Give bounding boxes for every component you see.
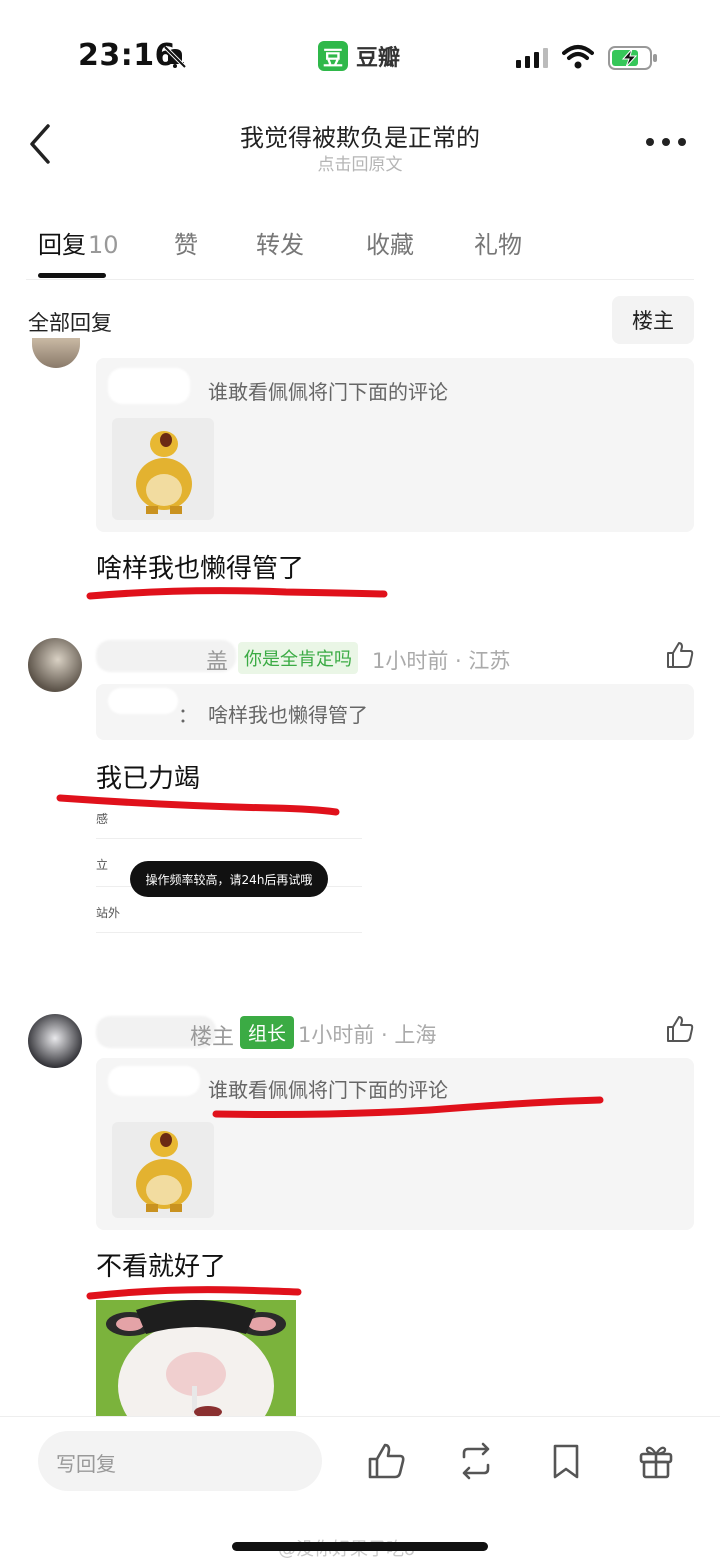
blurred-username: [108, 1066, 200, 1096]
wifi-icon: [562, 45, 594, 69]
quoted-reply-box[interactable]: ： 啥样我也懒得管了: [96, 684, 694, 740]
repost-icon[interactable]: [456, 1441, 496, 1481]
reply-text: 啥样我也懒得管了: [96, 554, 305, 584]
rate-limit-toast: 操作频率较高，请24h后再试哦: [130, 861, 328, 897]
red-annotation-underline: [86, 587, 388, 600]
comment-time-location: 1小时前 · 上海: [298, 1023, 437, 1047]
thumbs-up-icon[interactable]: [366, 1441, 406, 1481]
gift-icon[interactable]: [636, 1441, 676, 1481]
tab-replies-label: 回复: [38, 231, 86, 259]
status-app-indicator: 豆 豆瓣: [318, 40, 400, 72]
quoted-reply-box[interactable]: 谁敢看佩佩将门下面的评论: [96, 1058, 694, 1230]
avatar[interactable]: [28, 638, 82, 692]
red-annotation-underline: [212, 1096, 604, 1118]
meme-sticker-image[interactable]: [112, 418, 214, 520]
active-tab-indicator: [38, 273, 106, 278]
reply-input-placeholder: 写回复: [56, 1452, 116, 1476]
quote-separator: ：: [178, 703, 198, 727]
quote-text: 谁敢看佩佩将门下面的评论: [208, 380, 448, 404]
username[interactable]: 盖: [206, 644, 228, 676]
tab-reposts[interactable]: 转发: [256, 225, 304, 260]
more-options-icon[interactable]: [646, 138, 686, 148]
op-label: 楼主: [190, 1025, 235, 1050]
blurred-username: [108, 688, 178, 714]
nav-bar: 我觉得被欺负是正常的 点击回原文: [0, 100, 720, 195]
status-app-name: 豆瓣: [356, 46, 401, 71]
thumbs-up-icon[interactable]: [665, 1014, 695, 1044]
status-bar: 23:16 豆 豆瓣: [0, 0, 720, 100]
home-indicator[interactable]: [232, 1542, 488, 1551]
battery-charging-icon: [608, 46, 657, 70]
group-leader-badge: 组长: [240, 1016, 295, 1049]
avatar[interactable]: [28, 1014, 82, 1068]
bell-muted-icon: [163, 45, 187, 69]
popup-menu-item[interactable]: 感: [96, 810, 108, 827]
comment-time-location: 1小时前 · 江苏: [372, 649, 511, 673]
thumbs-up-icon[interactable]: [665, 640, 695, 670]
divider: [96, 932, 362, 933]
quote-text: 啥样我也懒得管了: [208, 703, 368, 727]
popup-menu-item[interactable]: 立: [96, 856, 108, 873]
meme-sticker-image[interactable]: [112, 1122, 214, 1218]
douban-logo-icon: 豆: [318, 41, 348, 71]
tab-replies[interactable]: 回复10: [38, 225, 119, 260]
blurred-username: [108, 368, 190, 404]
page-title: 我觉得被欺负是正常的: [240, 124, 480, 152]
bookmark-icon[interactable]: [546, 1441, 586, 1481]
all-replies-label: 全部回复: [28, 311, 112, 335]
op-only-button[interactable]: 楼主: [612, 296, 694, 344]
tab-favorites[interactable]: 收藏: [366, 225, 414, 260]
reply-input[interactable]: 写回复: [38, 1431, 322, 1491]
bottom-action-bar: 写回复 @没你好果子吃o: [0, 1416, 720, 1565]
cow-meme-image[interactable]: [96, 1300, 296, 1416]
popup-menu-item[interactable]: 站外: [96, 904, 120, 921]
user-badge: 你是全肯定吗: [238, 642, 358, 674]
cellular-signal-icon: [516, 46, 548, 68]
quoted-reply-box[interactable]: 谁敢看佩佩将门下面的评论: [96, 358, 694, 532]
tab-gifts[interactable]: 礼物: [474, 225, 522, 260]
tab-bar: 回复10 赞 转发 收藏 礼物: [26, 205, 694, 280]
tab-replies-count: 10: [88, 231, 119, 259]
avatar[interactable]: [32, 338, 80, 368]
reply-text: 不看就好了: [96, 1252, 227, 1282]
divider: [96, 838, 362, 839]
back-to-original-link[interactable]: 点击回原文: [0, 150, 720, 175]
tab-likes[interactable]: 赞: [174, 225, 198, 260]
